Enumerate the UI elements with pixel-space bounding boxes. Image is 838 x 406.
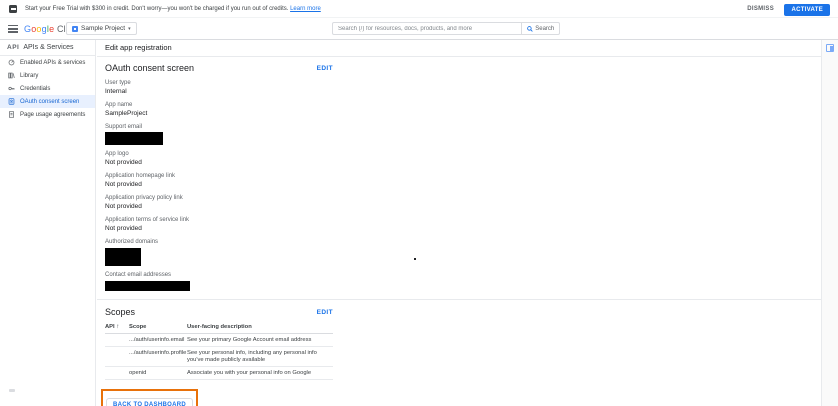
sidebar-title: APIs & Services xyxy=(23,44,73,51)
sidebar-item-label: Credentials xyxy=(20,86,50,92)
redacted-value xyxy=(105,248,141,266)
google-logo-word: Google xyxy=(24,24,54,34)
oauth-section-header: OAuth consent screen EDIT xyxy=(105,63,333,74)
project-icon xyxy=(72,26,78,32)
field-support-email: Support email xyxy=(105,123,821,145)
field-authorized-domains: Authorized domains xyxy=(105,238,821,266)
scopes-section-title: Scopes xyxy=(105,307,135,318)
cell-scope: .../auth/userinfo.profile xyxy=(129,347,187,367)
menu-icon[interactable] xyxy=(8,25,18,33)
field-value: Not provided xyxy=(105,202,821,211)
search-bar: Search xyxy=(332,22,560,35)
dashboard-icon xyxy=(8,59,15,66)
column-header-description: User-facing description xyxy=(187,322,333,334)
click-highlight-box: BACK TO DASHBOARD xyxy=(101,389,198,406)
right-panel-strip xyxy=(821,40,838,406)
scopes-edit-link[interactable]: EDIT xyxy=(317,309,333,316)
project-selector[interactable]: Sample Project ▾ xyxy=(66,22,137,35)
sort-ascending-icon: ↑ xyxy=(116,324,119,330)
field-label: Authorized domains xyxy=(105,238,821,246)
screen-artifact xyxy=(9,389,15,392)
field-privacy-policy-link: Application privacy policy link Not prov… xyxy=(105,194,821,211)
scopes-table-header-row: API ↑ Scope User-facing description xyxy=(105,322,333,334)
activate-button[interactable]: ACTIVATE xyxy=(784,4,830,16)
consent-icon xyxy=(8,98,15,105)
sidebar-header: API APIs & Services xyxy=(0,40,95,56)
field-value: Not provided xyxy=(105,180,821,189)
search-input[interactable] xyxy=(333,23,521,34)
cell-description: Associate you with your personal info on… xyxy=(187,367,333,380)
key-icon xyxy=(8,85,15,92)
banner-text: Start your Free Trial with $300 in credi… xyxy=(25,6,321,12)
cell-description: See your personal info, including any pe… xyxy=(187,347,333,367)
dismiss-button[interactable]: DISMISS xyxy=(747,6,774,12)
cell-api xyxy=(105,347,129,367)
main-content: Edit app registration OAuth consent scre… xyxy=(97,40,821,406)
sidebar-item-label: Page usage agreements xyxy=(20,112,85,118)
sidebar-item-oauth-consent-screen[interactable]: OAuth consent screen xyxy=(0,95,95,108)
back-to-dashboard-button[interactable]: BACK TO DASHBOARD xyxy=(106,398,193,406)
credit-icon xyxy=(9,5,17,13)
cell-scope: .../auth/userinfo.email xyxy=(129,334,187,347)
sidebar-item-page-usage-agreements[interactable]: Page usage agreements xyxy=(0,108,95,121)
column-header-api[interactable]: API ↑ xyxy=(105,322,129,334)
sidebar-item-library[interactable]: Library xyxy=(0,69,95,82)
redacted-value xyxy=(105,132,163,145)
project-name: Sample Project xyxy=(81,25,125,32)
cell-description: See your primary Google Account email ad… xyxy=(187,334,333,347)
field-label: Support email xyxy=(105,123,821,131)
search-icon xyxy=(527,26,533,32)
side-panel-icon[interactable] xyxy=(826,44,834,52)
cell-api xyxy=(105,334,129,347)
field-label: User type xyxy=(105,79,821,87)
sidebar-item-label: OAuth consent screen xyxy=(20,99,79,105)
learn-more-link[interactable]: Learn more xyxy=(290,6,321,12)
scopes-section-header: Scopes EDIT xyxy=(105,307,333,318)
field-value: Internal xyxy=(105,87,821,96)
sidebar-item-label: Enabled APIs & services xyxy=(20,60,85,66)
agreements-icon xyxy=(8,111,15,118)
field-terms-of-service-link: Application terms of service link Not pr… xyxy=(105,216,821,233)
sidebar-item-credentials[interactable]: Credentials xyxy=(0,82,95,95)
sidebar: API APIs & Services Enabled APIs & servi… xyxy=(0,40,96,406)
scopes-table: API ↑ Scope User-facing description .../… xyxy=(105,322,333,380)
table-row: .../auth/userinfo.email See your primary… xyxy=(105,334,333,347)
sidebar-item-enabled-apis[interactable]: Enabled APIs & services xyxy=(0,56,95,69)
field-label: Contact email addresses xyxy=(105,271,821,279)
field-label: Application homepage link xyxy=(105,172,821,180)
oauth-edit-link[interactable]: EDIT xyxy=(317,65,333,72)
cursor-dot xyxy=(414,258,416,260)
banner-message: Start your Free Trial with $300 in credi… xyxy=(25,6,288,12)
page-title: Edit app registration xyxy=(97,40,821,57)
library-icon xyxy=(8,72,15,79)
table-row: .../auth/userinfo.profile See your perso… xyxy=(105,347,333,367)
app-bar: Google Cloud Sample Project ▾ Search 1 ?… xyxy=(0,18,838,40)
redacted-value xyxy=(105,281,190,291)
google-cloud-console: Start your Free Trial with $300 in credi… xyxy=(0,0,838,406)
cell-api xyxy=(105,367,129,380)
field-app-name: App name SampleProject xyxy=(105,101,821,118)
column-header-scope: Scope xyxy=(129,322,187,334)
chevron-down-icon: ▾ xyxy=(128,26,131,32)
section-divider xyxy=(97,299,821,300)
api-logo: API xyxy=(7,44,19,51)
table-row: openid Associate you with your personal … xyxy=(105,367,333,380)
field-label: App logo xyxy=(105,150,821,158)
field-app-logo: App logo Not provided xyxy=(105,150,821,167)
field-label: Application privacy policy link xyxy=(105,194,821,202)
sidebar-item-label: Library xyxy=(20,73,38,79)
search-button[interactable]: Search xyxy=(521,23,559,34)
field-label: Application terms of service link xyxy=(105,216,821,224)
cell-scope: openid xyxy=(129,367,187,380)
free-trial-banner: Start your Free Trial with $300 in credi… xyxy=(0,0,838,18)
field-value: Not provided xyxy=(105,224,821,233)
search-button-label: Search xyxy=(535,26,554,32)
field-value: Not provided xyxy=(105,158,821,167)
oauth-section-title: OAuth consent screen xyxy=(105,63,194,74)
field-user-type: User type Internal xyxy=(105,79,821,96)
field-value: SampleProject xyxy=(105,109,821,118)
field-label: App name xyxy=(105,101,821,109)
field-homepage-link: Application homepage link Not provided xyxy=(105,172,821,189)
field-contact-emails: Contact email addresses xyxy=(105,271,821,291)
